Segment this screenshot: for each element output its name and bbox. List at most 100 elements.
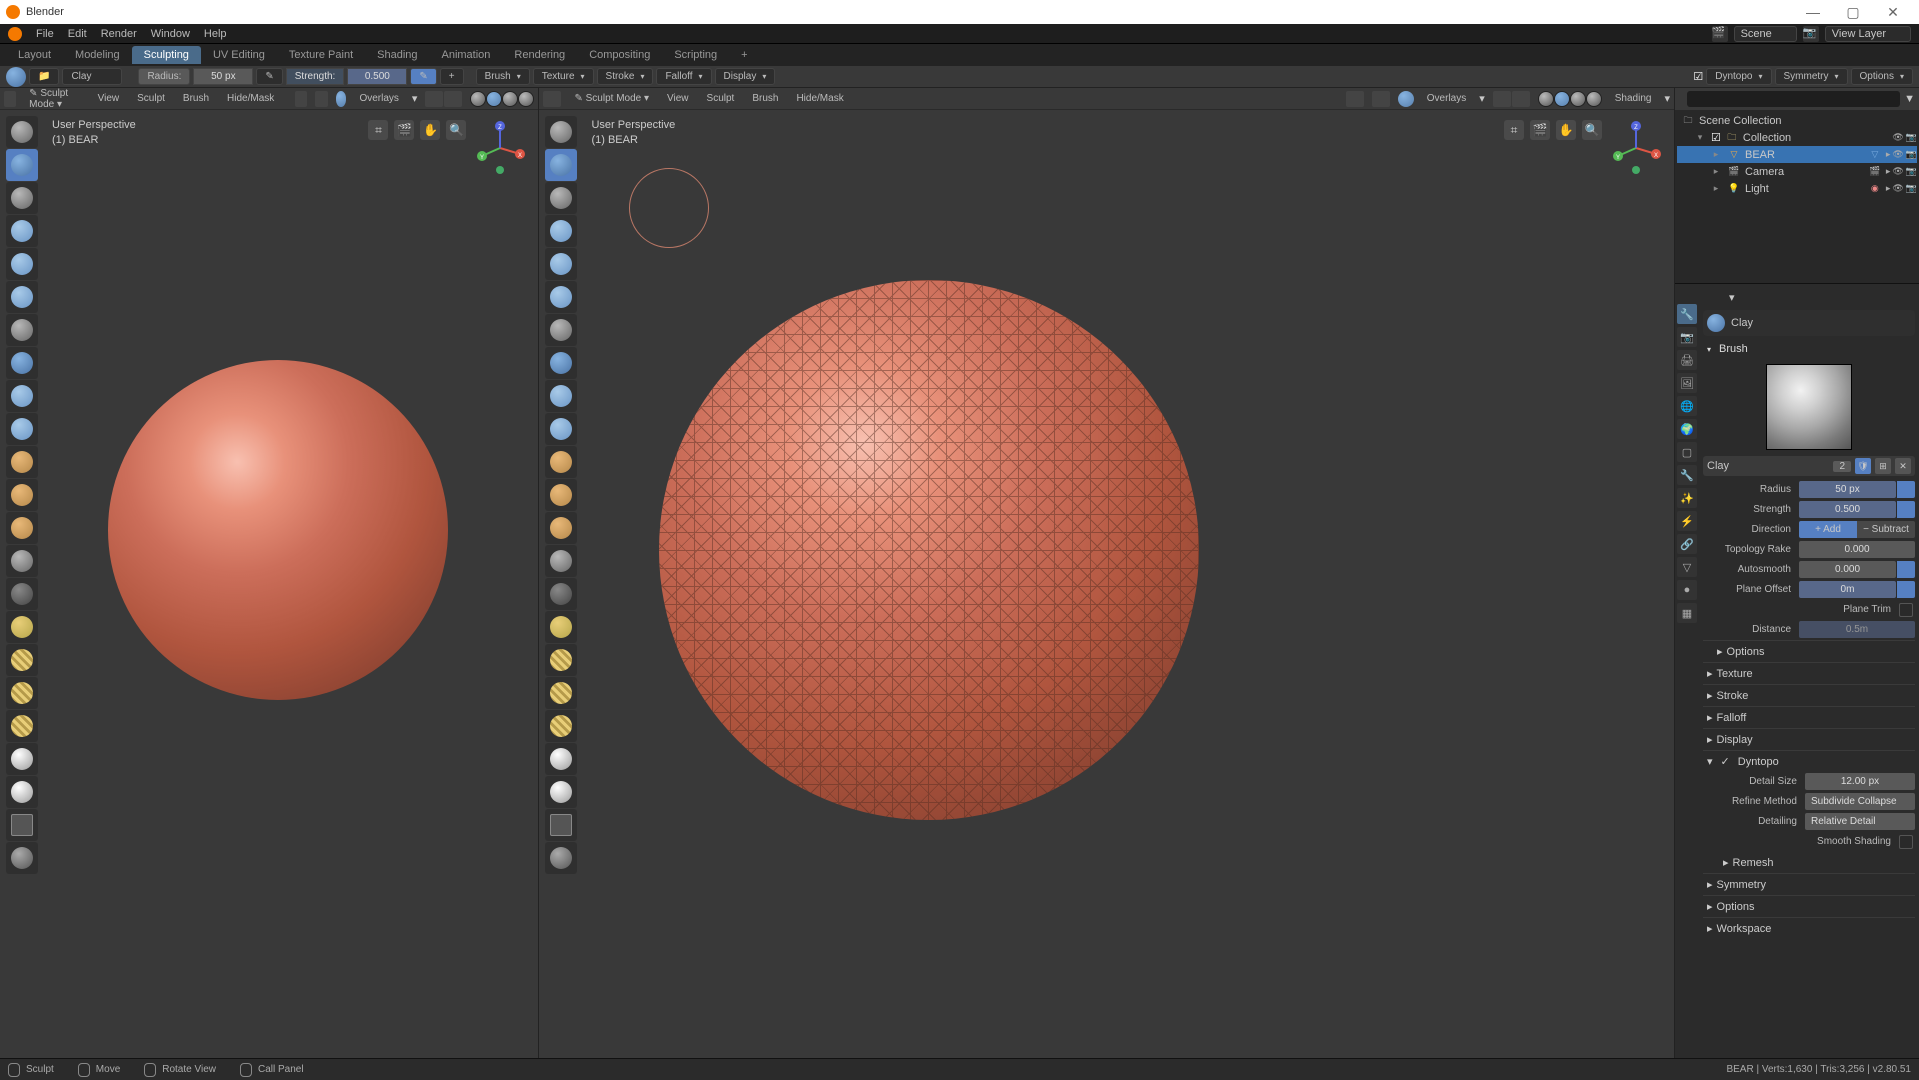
overlay-toggle[interactable] (336, 91, 347, 107)
vp-menu-brush[interactable]: Brush (747, 91, 783, 106)
prop-tab-texture[interactable]: ▦ (1677, 603, 1697, 623)
prop-tab-view-layer[interactable]: 🖼 (1677, 373, 1697, 393)
view-layer-selector[interactable]: View Layer (1825, 26, 1911, 42)
strength-pressure-toggle[interactable]: ✎ (410, 68, 436, 85)
shading-solid[interactable] (1554, 91, 1570, 107)
orientation-icon[interactable] (295, 91, 307, 107)
tool-snake-hook[interactable] (6, 545, 38, 577)
brush-new-button[interactable]: ⊞ (1875, 458, 1891, 474)
nav-zoom-region-icon[interactable]: ⌗ (1504, 120, 1524, 140)
tool-box-mask[interactable] (6, 809, 38, 841)
tool-smooth[interactable] (545, 347, 577, 379)
mode-selector[interactable]: ✎ Sculpt Mode ▾ (569, 91, 654, 106)
overlays-label[interactable]: Overlays (1422, 91, 1471, 106)
tool-scrape[interactable] (6, 446, 38, 478)
prop-tab-output[interactable]: 🖨 (1677, 350, 1697, 370)
tool-thumb[interactable] (545, 578, 577, 610)
tool-box-mask[interactable] (545, 809, 577, 841)
outliner-collection[interactable]: ▾ ☑ 🗀 Collection 👁 📷 (1677, 129, 1917, 146)
tool-clay-strips[interactable] (6, 182, 38, 214)
tool-draw[interactable] (545, 116, 577, 148)
nav-gizmo[interactable]: XY Z (472, 120, 528, 176)
smooth-shading-toggle[interactable] (1899, 835, 1913, 849)
menu-edit[interactable]: Edit (68, 28, 87, 40)
render-icon[interactable]: 📷 (1906, 166, 1917, 177)
brush-panel-header[interactable]: ▾Brush (1703, 340, 1915, 358)
xray-toggle[interactable] (1493, 91, 1511, 107)
panel-dyntopo[interactable]: ▾✓Dyntopo (1703, 750, 1915, 772)
menu-window[interactable]: Window (151, 28, 190, 40)
autosmooth-pressure[interactable] (1897, 561, 1915, 578)
scene-selector[interactable]: Scene (1734, 26, 1797, 42)
panel-texture[interactable]: ▸Texture (1703, 662, 1915, 684)
tool-smooth[interactable] (6, 347, 38, 379)
tool-scrape[interactable] (545, 446, 577, 478)
tool-blob[interactable] (6, 281, 38, 313)
select-icon[interactable]: ▸ (1886, 149, 1891, 160)
scene-icon[interactable]: 🎬 (1712, 26, 1728, 42)
expand-toggle[interactable]: ▸ (1709, 166, 1723, 177)
tool-inflate[interactable] (545, 248, 577, 280)
prop-tab-world[interactable]: 🌍 (1677, 419, 1697, 439)
tool-simplify[interactable] (6, 776, 38, 808)
panel-display[interactable]: ▸Display (1703, 728, 1915, 750)
vp-menu-view[interactable]: View (662, 91, 694, 106)
panel-options[interactable]: ▸Options (1703, 640, 1915, 662)
maximize-button[interactable]: ▢ (1833, 4, 1873, 21)
tool-clay[interactable] (545, 149, 577, 181)
brush-preview[interactable] (1766, 364, 1852, 450)
render-icon[interactable]: 📷 (1906, 132, 1917, 143)
tab-modeling[interactable]: Modeling (63, 46, 132, 64)
tab-layout[interactable]: Layout (6, 46, 63, 64)
tool-mask[interactable] (6, 743, 38, 775)
outliner-item-light[interactable]: ▸ 💡 Light ◉ ▸ 👁 📷 (1677, 180, 1917, 197)
render-icon[interactable]: 📷 (1906, 149, 1917, 160)
prop-tab-object[interactable]: ▢ (1677, 442, 1697, 462)
brush-dropdown[interactable]: Brush▾ (476, 68, 530, 85)
tab-rendering[interactable]: Rendering (502, 46, 577, 64)
shading-wireframe[interactable] (1538, 91, 1554, 107)
tab-scripting[interactable]: Scripting (662, 46, 729, 64)
tab-compositing[interactable]: Compositing (577, 46, 662, 64)
nav-camera-icon[interactable]: 🎬 (1530, 120, 1550, 140)
tool-annotate[interactable] (545, 842, 577, 874)
prop-tab-modifiers[interactable]: 🔧 (1677, 465, 1697, 485)
tool-crease[interactable] (6, 314, 38, 346)
radius-value[interactable]: 50 px (193, 68, 253, 85)
pivot-icon[interactable] (1372, 91, 1390, 107)
overlay-toggle[interactable] (1398, 91, 1414, 107)
prop-tab-physics[interactable]: ⚡ (1677, 511, 1697, 531)
prop-tab-render[interactable]: 📷 (1677, 327, 1697, 347)
outliner-tree[interactable]: 🗀 Scene Collection ▾ ☑ 🗀 Collection 👁 📷 … (1675, 110, 1919, 283)
tool-flatten[interactable] (6, 380, 38, 412)
select-icon[interactable]: ▸ (1886, 183, 1891, 194)
panel-symmetry[interactable]: ▸Symmetry (1703, 873, 1915, 895)
nav-zoom-icon[interactable]: 🔍 (446, 120, 466, 140)
nav-zoom-region-icon[interactable]: ⌗ (368, 120, 388, 140)
strength-pressure[interactable] (1897, 501, 1915, 518)
stroke-dropdown[interactable]: Stroke▾ (597, 68, 654, 85)
eye-icon[interactable]: 👁 (1892, 183, 1903, 194)
display-dropdown[interactable]: Display▾ (715, 68, 776, 85)
shading-rendered[interactable] (1586, 91, 1602, 107)
vp-menu-sculpt[interactable]: Sculpt (702, 91, 740, 106)
menu-file[interactable]: File (36, 28, 54, 40)
shading-wireframe[interactable] (470, 91, 486, 107)
falloff-dropdown[interactable]: Falloff▾ (656, 68, 711, 85)
vp-menu-brush[interactable]: Brush (178, 91, 214, 106)
props-type-icon[interactable] (1703, 288, 1725, 306)
tool-grab[interactable] (545, 512, 577, 544)
tool-nudge[interactable] (545, 611, 577, 643)
tool-clay-strips[interactable] (545, 182, 577, 214)
menu-render[interactable]: Render (101, 28, 137, 40)
expand-toggle[interactable]: ▸ (1709, 149, 1723, 160)
pivot-icon[interactable] (315, 91, 327, 107)
tool-rotate[interactable] (6, 644, 38, 676)
prop-tab-constraints[interactable]: 🔗 (1677, 534, 1697, 554)
tool-rotate2[interactable] (545, 677, 577, 709)
eye-icon[interactable]: 👁 (1892, 132, 1903, 143)
tool-thumb[interactable] (6, 578, 38, 610)
orientation-icon[interactable] (1346, 91, 1364, 107)
vp-menu-view[interactable]: View (93, 91, 125, 106)
tab-animation[interactable]: Animation (430, 46, 503, 64)
